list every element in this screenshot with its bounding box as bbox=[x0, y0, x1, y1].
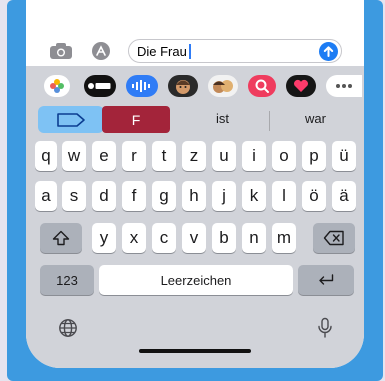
home-indicator[interactable] bbox=[139, 349, 251, 353]
key-u[interactable]: u bbox=[212, 141, 236, 171]
key-r[interactable]: r bbox=[122, 141, 146, 171]
microphone-icon[interactable] bbox=[313, 315, 337, 341]
key-o[interactable]: o bbox=[272, 141, 296, 171]
digital-touch-icon[interactable] bbox=[286, 75, 316, 97]
app-drawer bbox=[26, 66, 364, 108]
key-l[interactable]: l bbox=[272, 181, 296, 211]
key-s[interactable]: s bbox=[62, 181, 86, 211]
suggestion-divider bbox=[269, 111, 270, 131]
apple-cash-icon[interactable] bbox=[84, 75, 116, 97]
key-b[interactable]: b bbox=[212, 223, 236, 253]
suggestion-active[interactable]: F bbox=[102, 106, 170, 133]
key-n[interactable]: n bbox=[242, 223, 266, 253]
delete-key[interactable] bbox=[313, 223, 355, 253]
key-w[interactable]: w bbox=[62, 141, 86, 171]
return-key[interactable] bbox=[298, 265, 354, 295]
image-search-icon[interactable] bbox=[248, 75, 276, 97]
arrow-up-icon bbox=[323, 46, 334, 57]
globe-icon[interactable] bbox=[56, 316, 80, 340]
key-ue[interactable]: ü bbox=[332, 141, 356, 171]
key-c[interactable]: c bbox=[152, 223, 176, 253]
return-icon bbox=[319, 274, 334, 285]
text-caret bbox=[188, 44, 191, 59]
suggestion-1[interactable]: ist bbox=[216, 111, 229, 126]
suggestion-2[interactable]: war bbox=[305, 111, 326, 126]
key-ae[interactable]: ä bbox=[332, 181, 356, 211]
numbers-key[interactable]: 123 bbox=[40, 265, 94, 295]
key-q[interactable]: q bbox=[35, 141, 57, 171]
more-apps-icon[interactable] bbox=[326, 75, 362, 97]
audio-message-icon[interactable] bbox=[126, 75, 158, 97]
space-key[interactable]: Leerzeichen bbox=[99, 265, 293, 295]
memoji-stickers-icon[interactable] bbox=[208, 75, 238, 97]
key-i[interactable]: i bbox=[242, 141, 266, 171]
key-a[interactable]: a bbox=[35, 181, 57, 211]
keyboard: q w e r t z u i o p ü a s d f g h j k l … bbox=[26, 136, 364, 368]
phone-screen: Die Frau F ist war q w e r t z u i o p ü… bbox=[26, 0, 364, 368]
send-button[interactable] bbox=[319, 42, 338, 61]
message-input[interactable]: Die Frau bbox=[128, 39, 342, 63]
shift-key[interactable] bbox=[40, 223, 82, 253]
memoji-icon[interactable] bbox=[168, 75, 198, 97]
key-d[interactable]: d bbox=[92, 181, 116, 211]
backspace-icon bbox=[323, 230, 344, 246]
camera-icon[interactable] bbox=[48, 40, 74, 62]
key-p[interactable]: p bbox=[302, 141, 326, 171]
key-g[interactable]: g bbox=[152, 181, 176, 211]
shift-icon bbox=[52, 230, 70, 246]
key-t[interactable]: t bbox=[152, 141, 176, 171]
tag-icon bbox=[57, 112, 85, 127]
app-store-icon[interactable] bbox=[86, 40, 116, 62]
label-tag-chip[interactable] bbox=[38, 106, 104, 133]
suggestion-bar: F ist war bbox=[26, 104, 364, 136]
key-oe[interactable]: ö bbox=[302, 181, 326, 211]
key-j[interactable]: j bbox=[212, 181, 236, 211]
key-k[interactable]: k bbox=[242, 181, 266, 211]
key-x[interactable]: x bbox=[122, 223, 146, 253]
key-e[interactable]: e bbox=[92, 141, 116, 171]
message-text: Die Frau bbox=[137, 44, 191, 59]
key-h[interactable]: h bbox=[182, 181, 206, 211]
key-z[interactable]: z bbox=[182, 141, 206, 171]
key-y[interactable]: y bbox=[92, 223, 116, 253]
photos-app-icon[interactable] bbox=[44, 75, 70, 97]
key-m[interactable]: m bbox=[272, 223, 296, 253]
key-v[interactable]: v bbox=[182, 223, 206, 253]
message-bar: Die Frau bbox=[26, 0, 364, 66]
key-f[interactable]: f bbox=[122, 181, 146, 211]
